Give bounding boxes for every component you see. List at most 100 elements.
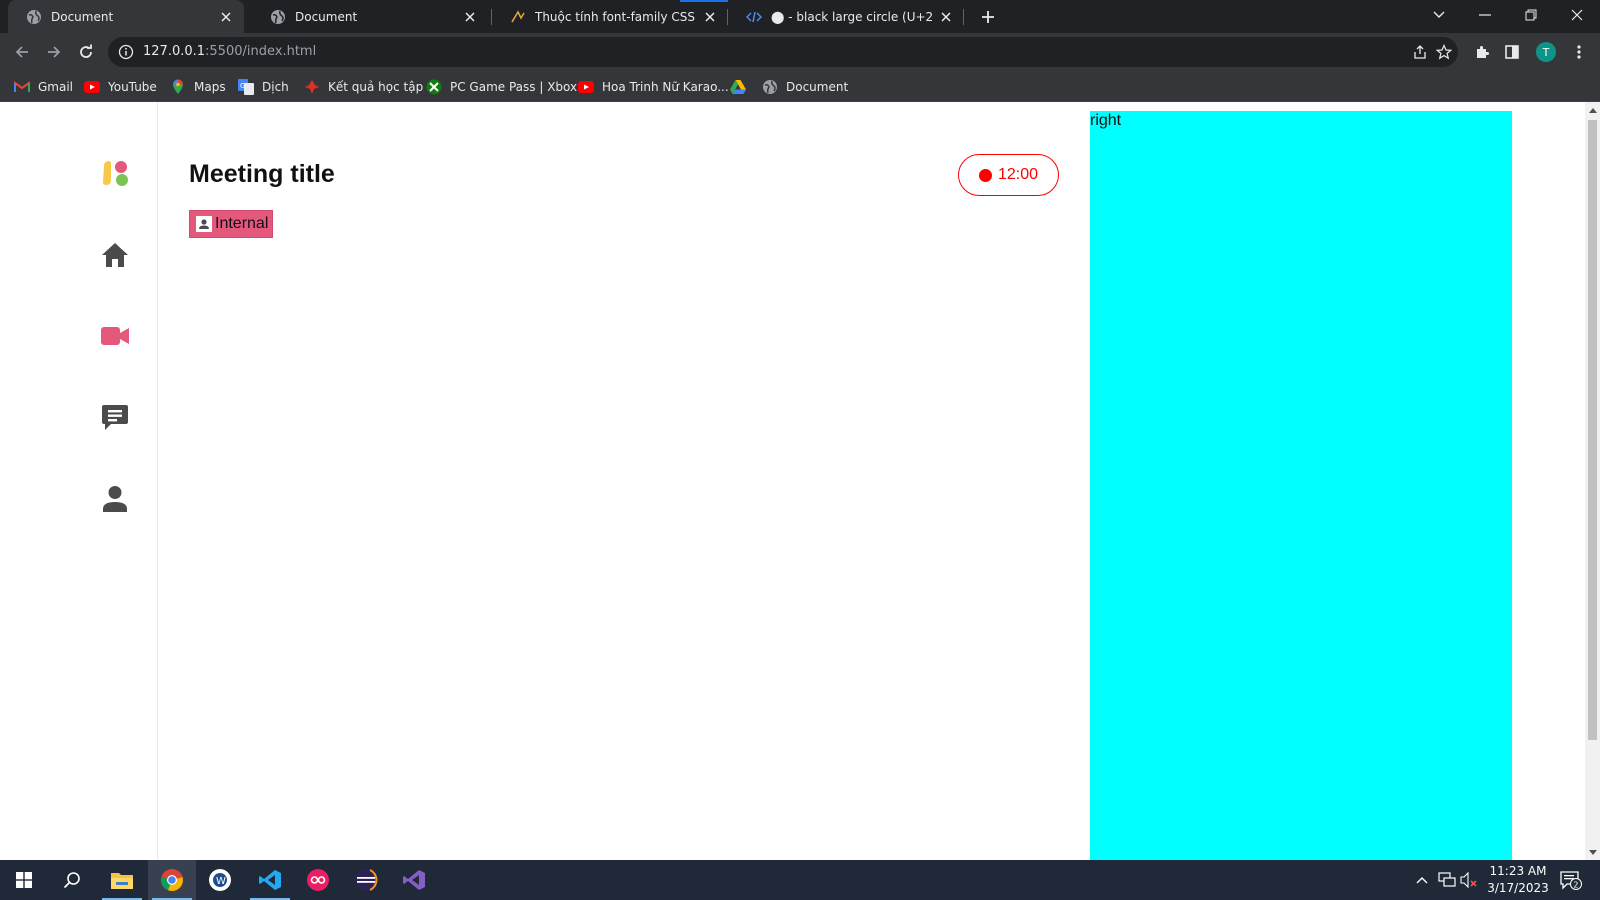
right-panel-label: right	[1090, 112, 1122, 129]
flickr-icon[interactable]	[294, 860, 342, 900]
record-dot-icon	[978, 168, 992, 182]
xbox-icon	[426, 79, 442, 95]
minimize-button[interactable]	[1462, 0, 1508, 30]
video-camera-icon[interactable]	[99, 320, 131, 352]
notifications-icon[interactable]: 2	[1556, 860, 1586, 900]
address-bar[interactable]: 127.0.0.1:5500/index.html	[108, 37, 1458, 67]
page-viewport: Meeting title Internal 12:00 right	[0, 102, 1585, 860]
recording-timer[interactable]: 12:00	[958, 154, 1059, 196]
tab-document-1[interactable]: Document	[8, 0, 244, 33]
tab-title: Document	[51, 9, 114, 24]
bookmark-hoa-trinh-nu[interactable]: Hoa Trinh Nữ Karao...	[578, 77, 729, 97]
internal-tag: Internal	[189, 210, 274, 238]
globe-icon	[762, 79, 778, 95]
maps-icon	[170, 79, 186, 95]
profile-avatar[interactable]: T	[1536, 42, 1556, 62]
bookmark-star-icon[interactable]	[1435, 44, 1453, 60]
bookmark-label: Maps	[194, 80, 226, 94]
svg-text:G: G	[240, 82, 245, 90]
meeting-title: Meeting title	[189, 160, 335, 188]
translate-icon: G	[238, 79, 254, 95]
person-icon[interactable]	[99, 483, 131, 515]
bookmark-ket-qua-hoc-tap[interactable]: Kết quả học tập	[304, 77, 423, 97]
tab-strip: Document Document Thuộc tính font-family…	[0, 0, 1600, 33]
bookmark-drive[interactable]	[730, 77, 754, 97]
file-explorer-icon[interactable]	[98, 860, 146, 900]
youtube-icon	[578, 79, 594, 95]
bookmark-xbox[interactable]: PC Game Pass | Xbox	[426, 77, 577, 97]
word-helper-icon[interactable]: W	[196, 860, 244, 900]
bookmark-label: Gmail	[38, 80, 74, 94]
system-clock[interactable]: 11:23 AM 3/17/2023	[1478, 863, 1558, 897]
bookmark-gmail[interactable]: Gmail	[14, 77, 73, 97]
volume-muted-icon[interactable]	[1458, 860, 1480, 900]
person-badge-icon	[196, 216, 212, 232]
tab-document-2[interactable]: Document	[252, 0, 488, 33]
restore-button[interactable]	[1508, 0, 1554, 30]
bookmark-label: Kết quả học tập	[328, 80, 424, 94]
clock-time: 11:23 AM	[1489, 864, 1547, 878]
bookmark-label: YouTube	[108, 80, 157, 94]
site-info-icon[interactable]	[118, 44, 134, 60]
close-tab-icon[interactable]	[218, 9, 234, 25]
menu-kebab-icon[interactable]	[1570, 43, 1588, 61]
logo-icon[interactable]	[99, 157, 131, 189]
right-panel: right	[1090, 111, 1512, 860]
close-tab-icon[interactable]	[938, 9, 954, 25]
css-site-icon	[510, 9, 526, 25]
tab-title: Thuộc tính font-family CSS	[535, 9, 696, 24]
extensions-icon[interactable]	[1473, 43, 1491, 61]
chrome-icon[interactable]	[148, 860, 196, 900]
close-window-button[interactable]	[1554, 0, 1600, 30]
visual-studio-icon[interactable]	[390, 860, 438, 900]
reload-button[interactable]	[72, 38, 100, 66]
home-icon[interactable]	[99, 239, 131, 271]
new-tab-button[interactable]	[977, 6, 999, 28]
svg-text:W: W	[216, 876, 226, 887]
scroll-thumb[interactable]	[1588, 120, 1597, 740]
url-text: 127.0.0.1:5500/index.html	[143, 44, 316, 59]
network-icon[interactable]	[1436, 860, 1458, 900]
close-tab-icon[interactable]	[462, 9, 478, 25]
globe-icon	[26, 9, 42, 25]
bookmark-label: PC Game Pass | Xbox	[450, 80, 578, 94]
url-path: :5500/index.html	[205, 44, 317, 59]
scroll-down-arrow-icon[interactable]	[1588, 847, 1597, 857]
code-icon	[746, 9, 762, 25]
bookmarks-bar: Gmail YouTube Maps G Dịch Kết quả học tậ…	[0, 71, 1600, 102]
youtube-icon	[84, 79, 100, 95]
windows-taskbar: W 11:23 AM 3/17/2023 2	[0, 860, 1600, 900]
chat-icon[interactable]	[99, 401, 131, 433]
vscode-icon[interactable]	[246, 860, 294, 900]
tab-font-family-css[interactable]: Thuộc tính font-family CSS	[492, 0, 728, 33]
show-hidden-icons-icon[interactable]	[1412, 860, 1432, 900]
bookmark-label: Document	[786, 80, 849, 94]
eclipse-icon[interactable]	[342, 860, 390, 900]
page-scrollbar[interactable]	[1585, 102, 1600, 860]
browser-toolbar: 127.0.0.1:5500/index.html T	[0, 33, 1600, 71]
tab-search-button[interactable]	[1416, 0, 1462, 30]
close-tab-icon[interactable]	[702, 9, 718, 25]
bookmark-translate[interactable]: G Dịch	[238, 77, 289, 97]
bookmark-label: Dịch	[262, 80, 289, 94]
start-button[interactable]	[0, 860, 48, 900]
side-panel-icon[interactable]	[1503, 43, 1521, 61]
forward-button[interactable]	[40, 38, 68, 66]
tab-black-large-circle[interactable]: ⬤ - black large circle (U+2B24) -	[728, 0, 964, 33]
timer-text: 12:00	[997, 166, 1039, 183]
url-host: 127.0.0.1	[143, 44, 206, 59]
drive-icon	[730, 79, 746, 95]
bookmark-maps[interactable]: Maps	[170, 77, 226, 97]
tag-label: Internal	[215, 215, 269, 232]
search-icon[interactable]	[48, 860, 96, 900]
scroll-up-arrow-icon[interactable]	[1588, 105, 1597, 115]
tab-title: ⬤ - black large circle (U+2B24) -	[771, 9, 932, 24]
bookmark-youtube[interactable]: YouTube	[84, 77, 157, 97]
tab-title: Document	[295, 9, 358, 24]
gmail-icon	[14, 79, 30, 95]
share-icon[interactable]	[1412, 44, 1428, 60]
globe-icon	[270, 9, 286, 25]
school-icon	[304, 79, 320, 95]
back-button[interactable]	[8, 38, 36, 66]
bookmark-document[interactable]: Document	[762, 77, 848, 97]
